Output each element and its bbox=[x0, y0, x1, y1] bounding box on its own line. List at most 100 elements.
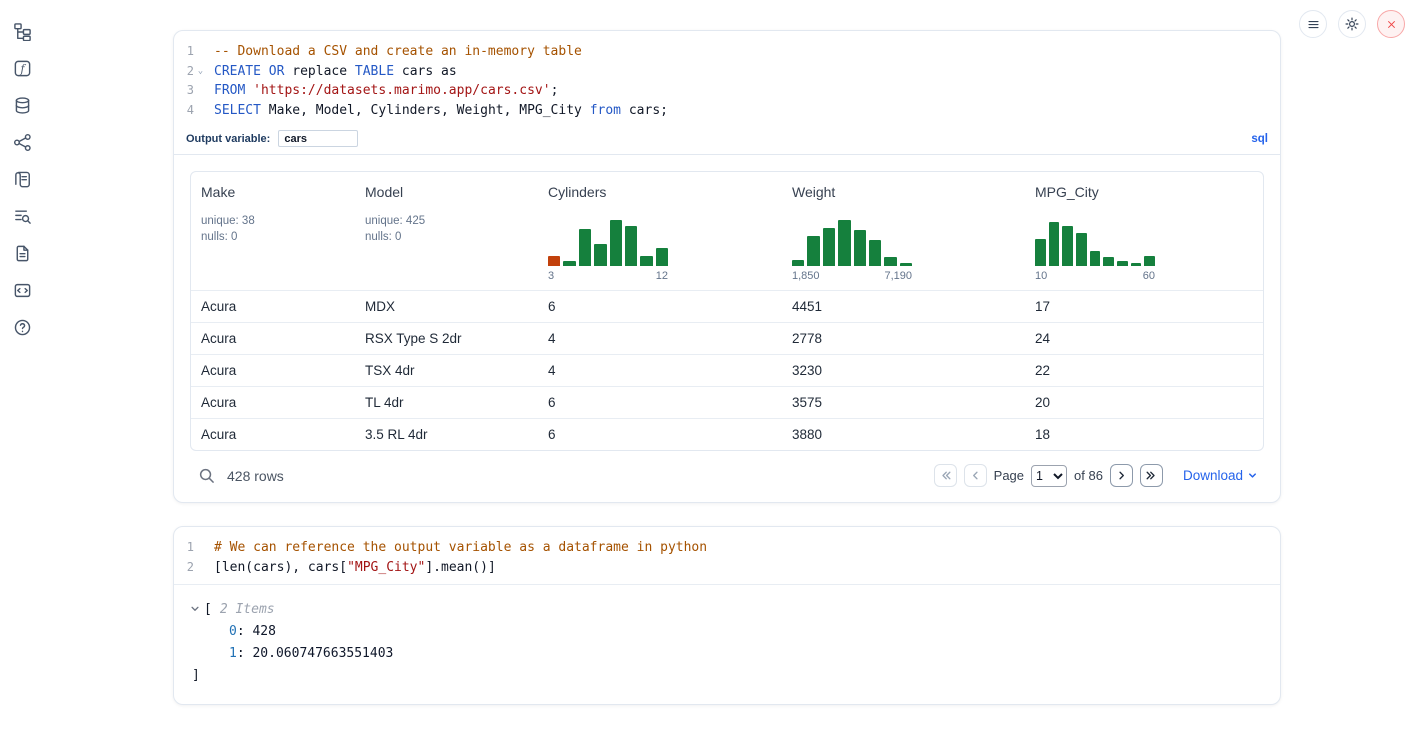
tree-close-bracket: ] bbox=[192, 668, 200, 683]
sidebar-function-icon[interactable]: f bbox=[10, 57, 34, 79]
table-footer: 428 rows Page 1 of 86 bbox=[190, 451, 1264, 502]
histogram-bar bbox=[900, 263, 912, 266]
column-histogram: 1060 bbox=[1035, 218, 1155, 282]
histogram-bar bbox=[838, 220, 850, 266]
table-row[interactable]: AcuraTL 4dr6357520 bbox=[191, 386, 1263, 418]
sidebar-snippets-icon[interactable] bbox=[10, 279, 34, 301]
table-row[interactable]: AcuraTSX 4dr4323022 bbox=[191, 354, 1263, 386]
histogram-bar bbox=[1062, 226, 1073, 266]
prev-page-button[interactable] bbox=[964, 464, 987, 487]
histogram-bar bbox=[1049, 222, 1060, 266]
histogram-bar bbox=[1144, 256, 1155, 266]
column-label[interactable]: Make bbox=[201, 184, 345, 200]
python-output-tree: [ 2 Items 0: 4281: 20.060747663551403 ] bbox=[174, 584, 1280, 704]
histogram-bar bbox=[625, 226, 637, 266]
table-cell: MDX bbox=[355, 291, 538, 322]
table-cell: 4 bbox=[538, 355, 782, 386]
column-label[interactable]: Cylinders bbox=[548, 184, 772, 200]
fold-gutter bbox=[194, 42, 207, 62]
table-cell: 22 bbox=[1025, 355, 1263, 386]
fold-gutter bbox=[194, 538, 207, 558]
download-label: Download bbox=[1183, 468, 1243, 483]
table-cell: 6 bbox=[538, 419, 782, 450]
code-line: 4SELECT Make, Model, Cylinders, Weight, … bbox=[174, 101, 1280, 121]
last-page-button[interactable] bbox=[1140, 464, 1163, 487]
sidebar-list-search-icon[interactable] bbox=[10, 205, 34, 227]
chevron-down-icon[interactable] bbox=[190, 604, 204, 614]
settings-button[interactable] bbox=[1338, 10, 1366, 38]
table-row[interactable]: AcuraRSX Type S 2dr4277824 bbox=[191, 322, 1263, 354]
sql-output-area: Make unique: 38nulls: 0 Modelunique: 425nu… bbox=[174, 155, 1280, 502]
tree-items-count: 2 Items bbox=[220, 602, 275, 617]
download-button[interactable]: Download bbox=[1183, 468, 1258, 483]
page-total: of 86 bbox=[1074, 468, 1103, 483]
code-line: 3 FROM 'https://datasets.marimo.app/cars.… bbox=[174, 81, 1280, 101]
results-table: Make unique: 38nulls: 0 Modelunique: 425nu… bbox=[190, 171, 1264, 451]
histogram-bar bbox=[854, 230, 866, 266]
table-cell: 24 bbox=[1025, 323, 1263, 354]
line-number: 3 bbox=[174, 81, 194, 101]
histogram-bar bbox=[1076, 233, 1087, 266]
table-cell: 3880 bbox=[782, 419, 1025, 450]
histogram-bar bbox=[563, 261, 575, 266]
page-select[interactable]: 1 bbox=[1031, 465, 1067, 487]
line-number: 2 bbox=[174, 62, 194, 82]
code-line: 2⌄CREATE OR replace TABLE cars as bbox=[174, 62, 1280, 82]
sidebar-file-tree-icon[interactable] bbox=[10, 20, 34, 42]
table-cell: 3230 bbox=[782, 355, 1025, 386]
histogram-bar bbox=[807, 236, 819, 266]
fold-gutter bbox=[194, 81, 207, 101]
search-icon[interactable] bbox=[198, 467, 215, 484]
histogram-bar bbox=[548, 256, 560, 266]
code-line: 1# We can reference the output variable … bbox=[174, 538, 1280, 558]
tree-entry-key: 0 bbox=[229, 624, 237, 639]
fold-chevron-icon[interactable]: ⌄ bbox=[194, 62, 207, 82]
tree-entry-value: 20.060747663551403 bbox=[252, 646, 393, 661]
table-cell: 4451 bbox=[782, 291, 1025, 322]
first-page-button[interactable] bbox=[934, 464, 957, 487]
output-variable-row: Output variable: sql bbox=[174, 127, 1280, 155]
column-header-model: Modelunique: 425nulls: 0 bbox=[355, 172, 538, 290]
table-cell: TSX 4dr bbox=[355, 355, 538, 386]
pagination: Page 1 of 86 bbox=[934, 464, 1163, 487]
sidebar-help-icon[interactable] bbox=[10, 316, 34, 338]
table-row[interactable]: AcuraMDX6445117 bbox=[191, 290, 1263, 322]
menu-button[interactable] bbox=[1299, 10, 1327, 38]
column-label[interactable]: MPG_City bbox=[1035, 184, 1253, 200]
histogram-bar bbox=[656, 248, 668, 266]
language-badge[interactable]: sql bbox=[1251, 133, 1268, 145]
code-text: -- Download a CSV and create an in-memor… bbox=[207, 42, 582, 62]
histogram-axis-labels: 312 bbox=[548, 270, 668, 282]
column-stats: unique: 38nulls: 0 bbox=[201, 213, 345, 245]
code-line: 1-- Download a CSV and create an in-memo… bbox=[174, 42, 1280, 62]
code-text: FROM 'https://datasets.marimo.app/cars.c… bbox=[207, 81, 558, 101]
column-label[interactable]: Weight bbox=[792, 184, 1015, 200]
table-cell: 20 bbox=[1025, 387, 1263, 418]
line-number: 1 bbox=[174, 538, 194, 558]
sql-code-editor[interactable]: 1-- Download a CSV and create an in-memo… bbox=[174, 31, 1280, 127]
histogram-bar bbox=[1103, 257, 1114, 266]
column-header-cylinders: Cylinders 312 bbox=[538, 172, 782, 290]
column-label[interactable]: Model bbox=[365, 184, 528, 200]
tree-entry-key: 1 bbox=[229, 646, 237, 661]
histogram-bar bbox=[1090, 251, 1101, 266]
sidebar-database-icon[interactable] bbox=[10, 94, 34, 116]
table-body: AcuraMDX6445117AcuraRSX Type S 2dr427782… bbox=[191, 290, 1263, 450]
svg-text:f: f bbox=[19, 62, 26, 75]
output-variable-input[interactable] bbox=[278, 130, 358, 147]
table-cell: Acura bbox=[191, 387, 355, 418]
next-page-button[interactable] bbox=[1110, 464, 1133, 487]
histogram-bar bbox=[610, 220, 622, 266]
tree-entry: 0: 428 bbox=[190, 620, 1264, 642]
column-histogram: 312 bbox=[548, 218, 668, 282]
table-row[interactable]: Acura3.5 RL 4dr6388018 bbox=[191, 418, 1263, 450]
sidebar-dependency-graph-icon[interactable] bbox=[10, 131, 34, 153]
sidebar-document-icon[interactable] bbox=[10, 242, 34, 264]
close-button[interactable] bbox=[1377, 10, 1405, 38]
table-header: Make unique: 38nulls: 0 Modelunique: 425nu… bbox=[191, 172, 1263, 290]
code-text: [len(cars), cars["MPG_City"].mean()] bbox=[207, 558, 496, 578]
tree-entry-value: 428 bbox=[252, 624, 275, 639]
sidebar-scroll-icon[interactable] bbox=[10, 168, 34, 190]
python-code-editor[interactable]: 1# We can reference the output variable … bbox=[174, 527, 1280, 584]
table-cell: RSX Type S 2dr bbox=[355, 323, 538, 354]
